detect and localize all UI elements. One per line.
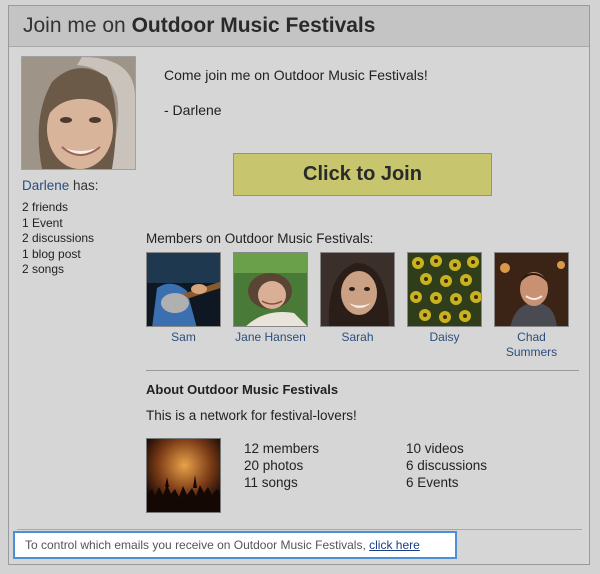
stat-events: 1 Event bbox=[22, 215, 63, 230]
email-preferences-notice: To control which emails you receive on O… bbox=[13, 531, 457, 559]
member-name[interactable]: Sarah bbox=[320, 330, 395, 345]
inviter-name-link[interactable]: Darlene bbox=[22, 178, 69, 193]
invitation-card: Join me on Outdoor Music Festivals Darle… bbox=[8, 5, 590, 565]
member-card-chad-summers[interactable]: Chad Summers bbox=[494, 252, 569, 360]
title-network: Outdoor Music Festivals bbox=[131, 14, 376, 37]
header-bar: Join me on Outdoor Music Festivals bbox=[9, 6, 589, 47]
member-card-daisy[interactable]: Daisy bbox=[407, 252, 482, 345]
member-card-jane-hansen[interactable]: Jane Hansen bbox=[233, 252, 308, 345]
member-name[interactable]: Daisy bbox=[407, 330, 482, 345]
title-prefix: Join me on bbox=[23, 14, 132, 37]
members-heading: Members on Outdoor Music Festivals: bbox=[146, 231, 374, 246]
member-photo[interactable] bbox=[494, 252, 569, 327]
inviter-stats: 2 friends 1 Event 2 discussions 1 blog p… bbox=[22, 200, 94, 278]
member-photo[interactable] bbox=[233, 252, 308, 327]
stat-friends: 2 friends bbox=[22, 200, 69, 214]
stat-blog-posts: 1 blog post bbox=[22, 246, 81, 261]
member-name[interactable]: Chad Summers bbox=[494, 330, 569, 360]
about-heading: About Outdoor Music Festivals bbox=[146, 382, 339, 397]
member-photo[interactable] bbox=[146, 252, 221, 327]
count-members: 12 members bbox=[244, 441, 320, 456]
stat-songs: 2 songs bbox=[22, 262, 65, 277]
member-photo[interactable] bbox=[407, 252, 482, 327]
about-description: This is a network for festival-lovers! bbox=[146, 408, 357, 423]
section-divider bbox=[146, 370, 579, 371]
member-name[interactable]: Sam bbox=[146, 330, 221, 345]
inviter-avatar[interactable] bbox=[21, 56, 136, 170]
count-events: 6 Events bbox=[406, 475, 459, 490]
stat-discussions: 2 discussions bbox=[22, 231, 95, 246]
has-label: has: bbox=[69, 178, 99, 193]
click-here-link[interactable]: click here bbox=[369, 538, 420, 552]
count-photos: 20 photos bbox=[244, 458, 304, 473]
count-videos: 10 videos bbox=[406, 441, 464, 456]
member-card-sam[interactable]: Sam bbox=[146, 252, 221, 345]
counts-right: 10 videos 6 discussions 6 Events bbox=[406, 440, 487, 491]
member-photo[interactable] bbox=[320, 252, 395, 327]
member-name[interactable]: Jane Hansen bbox=[233, 330, 308, 345]
member-card-sarah[interactable]: Sarah bbox=[320, 252, 395, 345]
join-button[interactable]: Click to Join bbox=[233, 153, 492, 196]
invite-message: Come join me on Outdoor Music Festivals! bbox=[164, 67, 428, 83]
counts-left: 12 members 20 photos 11 songs bbox=[244, 440, 319, 491]
sidebar-heading: Darlene has: bbox=[22, 178, 99, 193]
footer-text: To control which emails you receive on O… bbox=[25, 538, 370, 552]
network-image[interactable] bbox=[146, 438, 221, 513]
count-discussions: 6 discussions bbox=[406, 458, 488, 473]
page-title: Join me on Outdoor Music Festivals bbox=[23, 14, 375, 38]
invite-signature: - Darlene bbox=[164, 102, 222, 118]
count-songs: 11 songs bbox=[244, 475, 298, 490]
footer-divider bbox=[17, 529, 582, 530]
